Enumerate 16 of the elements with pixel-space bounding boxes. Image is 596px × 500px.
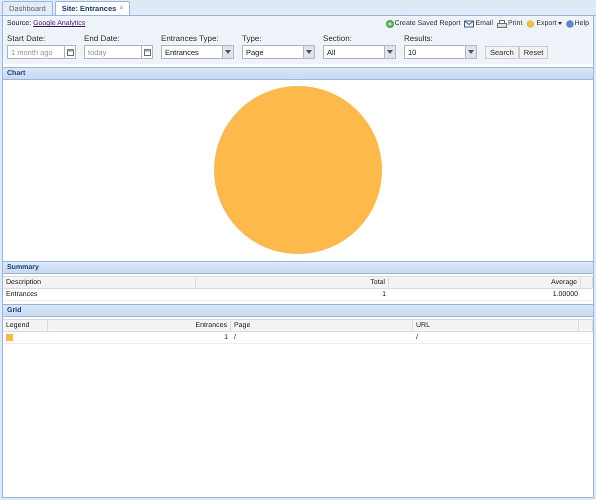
field-label: Start Date: xyxy=(7,34,46,43)
field-label: Results: xyxy=(404,34,434,43)
envelope-icon xyxy=(464,20,474,28)
printer-icon xyxy=(496,20,507,28)
field-label: Section: xyxy=(323,34,353,43)
field-label: Entrances Type: xyxy=(161,34,220,43)
add-icon xyxy=(386,20,394,28)
field-label: Type: xyxy=(242,34,263,43)
caret-icon[interactable] xyxy=(387,50,393,54)
calendar-icon[interactable] xyxy=(144,48,150,56)
caret-icon[interactable] xyxy=(225,50,231,54)
field-label: End Date: xyxy=(84,34,121,43)
caret-icon[interactable] xyxy=(306,50,312,54)
caret-icon[interactable] xyxy=(468,50,474,54)
caret-icon xyxy=(558,22,562,25)
calendar-icon[interactable] xyxy=(66,48,74,56)
